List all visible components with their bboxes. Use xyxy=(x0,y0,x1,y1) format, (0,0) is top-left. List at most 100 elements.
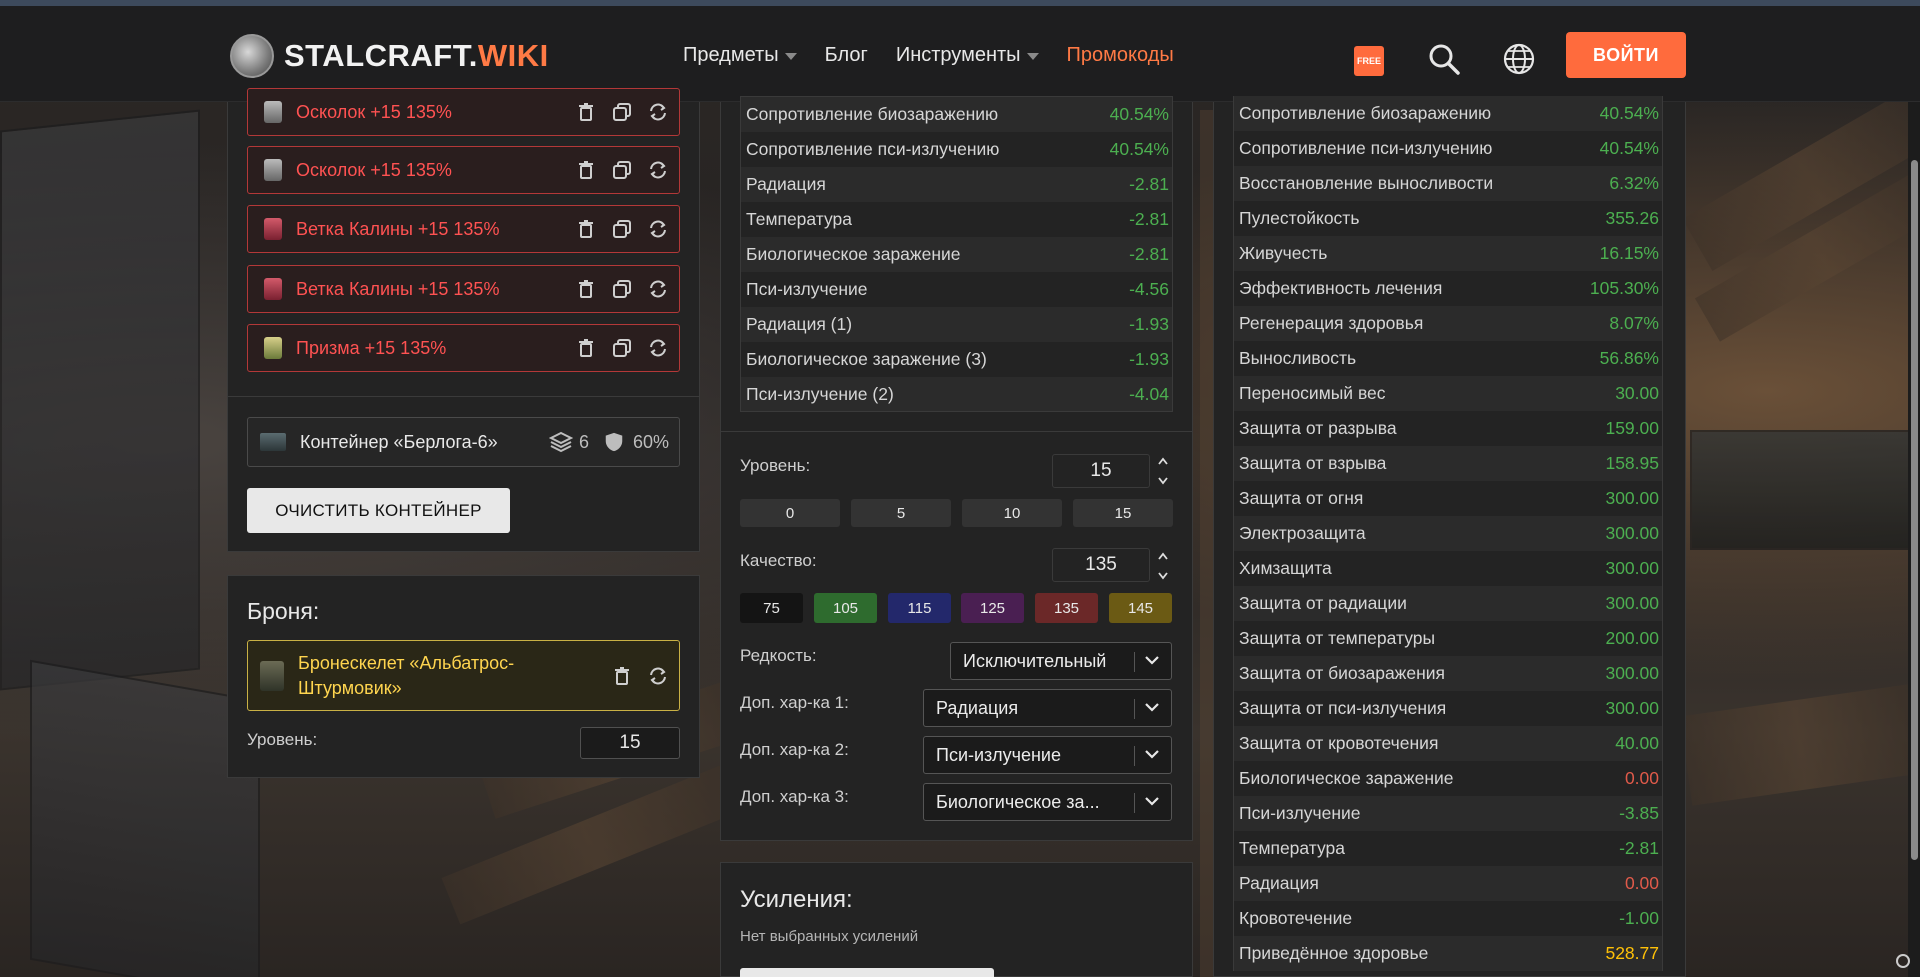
stat-row: Биологическое заражение (3) -1.93 xyxy=(741,342,1172,377)
copy-icon[interactable] xyxy=(611,218,633,240)
quality-stepper[interactable] xyxy=(1156,550,1170,582)
settings-gear-icon[interactable] xyxy=(1896,954,1910,968)
stat-name: Защита от радиации xyxy=(1239,593,1407,613)
stat-name: Радиация (1) xyxy=(746,314,853,334)
delete-icon[interactable] xyxy=(611,665,633,687)
stat-value: 105.30% xyxy=(1589,278,1659,298)
quality-preset-button[interactable]: 145 xyxy=(1109,593,1172,623)
free-badge-icon[interactable]: FREE xyxy=(1354,46,1384,76)
stat-name: Эффективность лечения xyxy=(1239,278,1443,298)
artifact-row[interactable]: Осколок +15 135% xyxy=(247,88,680,136)
stat-row: Защита от радиации 300.00 xyxy=(1234,586,1662,621)
copy-icon[interactable] xyxy=(611,278,633,300)
stat-row: Температура -2.81 xyxy=(741,202,1172,237)
stat-value: 300.00 xyxy=(1605,593,1659,613)
level-preset-button[interactable]: 10 xyxy=(962,499,1062,527)
armor-title: Броня: xyxy=(247,598,320,624)
nav-promocodes[interactable]: Промокоды xyxy=(1067,44,1174,67)
quality-preset-button[interactable]: 135 xyxy=(1035,593,1098,623)
stat-row: Сопротивление пси-излучению 40.54% xyxy=(741,132,1172,167)
stat-value: 300.00 xyxy=(1605,558,1659,578)
replace-icon[interactable] xyxy=(647,665,669,687)
clear-container-button[interactable]: ОЧИСТИТЬ КОНТЕЙНЕР xyxy=(247,488,510,533)
stat-name: Пси-излучение xyxy=(1239,803,1361,823)
armor-row[interactable]: Бронескелет «Альбатрос- Штурмовик» xyxy=(247,640,680,711)
stat-value: 200.00 xyxy=(1605,628,1659,648)
rarity-select[interactable]: Исключительный xyxy=(950,642,1172,680)
site-logo[interactable]: STALCRAFT.WIKI xyxy=(230,34,549,78)
nav-items-dropdown[interactable]: Предметы xyxy=(683,44,797,67)
delete-icon[interactable] xyxy=(575,159,597,181)
stat-value: -1.93 xyxy=(1129,314,1169,334)
quality-preset-button[interactable]: 75 xyxy=(740,593,803,623)
stat-row: Защита от биозаражения 300.00 xyxy=(1234,656,1662,691)
delete-icon[interactable] xyxy=(575,218,597,240)
artifact-row[interactable]: Призма +15 135% xyxy=(247,324,680,372)
delete-icon[interactable] xyxy=(575,337,597,359)
replace-icon[interactable] xyxy=(647,218,669,240)
stat-row: Радиация (1) -1.93 xyxy=(741,307,1172,342)
artifact-row[interactable]: Ветка Калины +15 135% xyxy=(247,205,680,253)
chevron-up-icon xyxy=(1158,552,1168,560)
copy-icon[interactable] xyxy=(611,101,633,123)
level-preset-button[interactable]: 5 xyxy=(851,499,951,527)
stat-row: Выносливость 56.86% xyxy=(1234,341,1662,376)
stat-row: Восстановление выносливости 6.32% xyxy=(1234,166,1662,201)
chevron-down-icon xyxy=(1145,750,1159,759)
stat-row: Температура -2.81 xyxy=(1234,831,1662,866)
stat-value: 159.00 xyxy=(1605,418,1659,438)
chevron-down-icon xyxy=(1145,656,1159,665)
copy-icon[interactable] xyxy=(611,159,633,181)
quality-preset-button[interactable]: 105 xyxy=(814,593,877,623)
stat-row: Биологическое заражение -2.81 xyxy=(741,237,1172,272)
extra-stat-1-select[interactable]: Радиация xyxy=(923,689,1172,727)
stat-name: Кровотечение xyxy=(1239,908,1353,928)
chevron-down-icon xyxy=(1145,797,1159,806)
scrollbar-thumb[interactable] xyxy=(1911,160,1918,860)
shield-icon xyxy=(605,432,623,452)
search-icon[interactable] xyxy=(1427,42,1461,76)
add-boost-button[interactable] xyxy=(740,968,994,977)
armor-level-label: Уровень: xyxy=(247,730,318,749)
chevron-down-icon xyxy=(1158,572,1168,580)
stat-row: Пулестойкость 355.26 xyxy=(1234,201,1662,236)
stat-row: Защита от температуры 200.00 xyxy=(1234,621,1662,656)
quality-preset-button[interactable]: 125 xyxy=(961,593,1024,623)
stat-name: Биологическое заражение xyxy=(1239,768,1454,788)
artifact-row[interactable]: Ветка Калины +15 135% xyxy=(247,265,680,313)
language-globe-icon[interactable] xyxy=(1502,42,1536,76)
stat-row: Переносимый вес 30.00 xyxy=(1234,376,1662,411)
artifact-quality-input[interactable]: 135 xyxy=(1052,548,1150,582)
stat-value: 0.00 xyxy=(1624,768,1659,788)
nav-tools-dropdown[interactable]: Инструменты xyxy=(896,44,1039,67)
stat-row: Электрозащита 300.00 xyxy=(1234,516,1662,551)
level-preset-button[interactable]: 0 xyxy=(740,499,840,527)
divider xyxy=(720,431,1193,432)
replace-icon[interactable] xyxy=(647,159,669,181)
stat-value: 56.86% xyxy=(1599,348,1659,368)
replace-icon[interactable] xyxy=(647,337,669,359)
stat-value: 300.00 xyxy=(1605,698,1659,718)
armor-level-input[interactable]: 15 xyxy=(580,727,680,759)
delete-icon[interactable] xyxy=(575,101,597,123)
replace-icon[interactable] xyxy=(647,101,669,123)
stat-value: -2.81 xyxy=(1129,174,1169,194)
extra-stat-2-select[interactable]: Пси-излучение xyxy=(923,736,1172,774)
quality-preset-button[interactable]: 115 xyxy=(888,593,951,623)
artifact-row[interactable]: Осколок +15 135% xyxy=(247,146,680,194)
replace-icon[interactable] xyxy=(647,278,669,300)
login-button[interactable]: ВОЙТИ xyxy=(1566,32,1686,78)
stat-row: Кровотечение -1.00 xyxy=(1234,901,1662,936)
artifact-level-input[interactable]: 15 xyxy=(1052,454,1150,488)
stat-value: -2.81 xyxy=(1129,209,1169,229)
container-name: Контейнер «Берлога-6» xyxy=(300,431,498,452)
level-preset-button[interactable]: 15 xyxy=(1073,499,1173,527)
level-stepper[interactable] xyxy=(1156,455,1170,487)
stat-row: Пси-излучение (2) -4.04 xyxy=(741,377,1172,411)
boosts-empty-text: Нет выбранных усилений xyxy=(740,928,919,945)
extra-stat-3-select[interactable]: Биологическое за... xyxy=(923,783,1172,821)
copy-icon[interactable] xyxy=(611,337,633,359)
delete-icon[interactable] xyxy=(575,278,597,300)
nav-blog[interactable]: Блог xyxy=(825,44,868,67)
container-row[interactable]: Контейнер «Берлога-6» 6 60% xyxy=(247,417,680,467)
